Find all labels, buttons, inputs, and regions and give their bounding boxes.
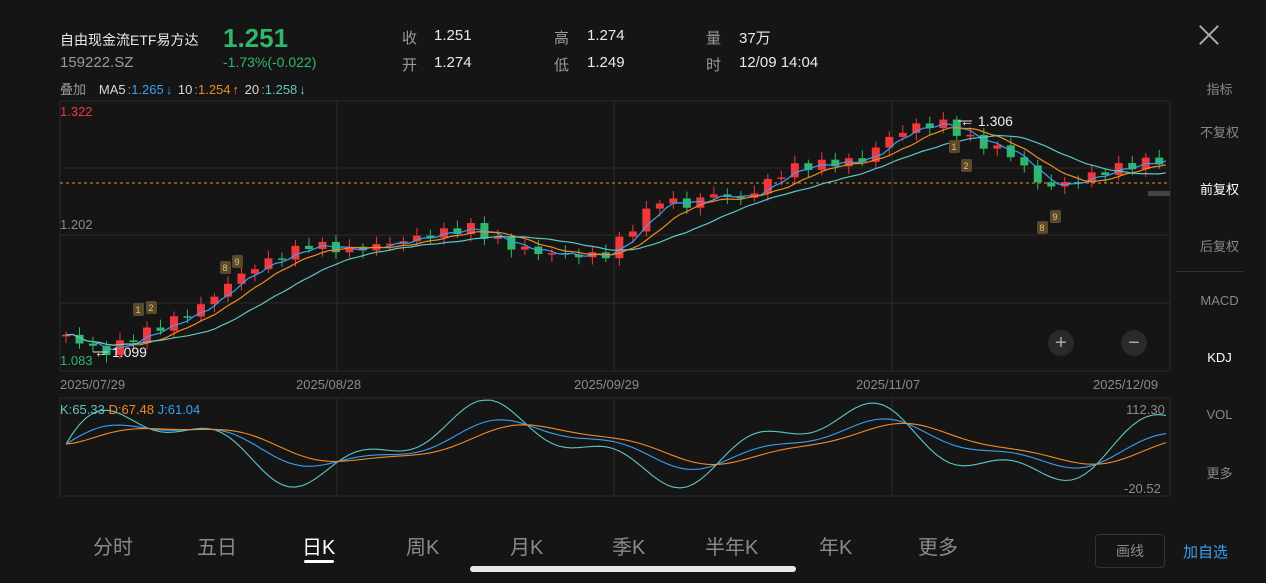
- low-annotation: ← 1.099: [94, 344, 147, 360]
- tab-five-day[interactable]: 五日: [197, 531, 237, 560]
- y-bottom-label: 1.083: [60, 353, 93, 368]
- kline-chart[interactable]: 1 2891289: [0, 0, 1266, 583]
- tab-yearly-k[interactable]: 年K: [819, 531, 852, 560]
- candle-body: [898, 132, 907, 137]
- candle-body: [304, 245, 313, 249]
- tab-more[interactable]: 更多: [918, 531, 958, 560]
- signal-marker-label: 8: [222, 263, 227, 273]
- candle-body: [129, 340, 138, 343]
- candle-body: [250, 269, 259, 274]
- date-label-1: 2025/07/29: [60, 377, 126, 392]
- candle-body: [547, 253, 556, 255]
- candle-body: [277, 258, 286, 260]
- kdj-d-line: [65, 422, 1167, 466]
- kdj-legend: K:65.33 D:67.48 J:61.04: [60, 402, 200, 417]
- kdj-j-line: [65, 399, 1167, 489]
- candle-body: [777, 177, 786, 179]
- candle-body: [142, 327, 151, 343]
- high-annotation: ← 1.306: [960, 113, 1013, 129]
- y-mid-label: 1.202: [60, 217, 93, 232]
- candle-body: [1114, 163, 1123, 175]
- draw-line-button[interactable]: 画线: [1095, 534, 1165, 568]
- tab-quarterly-k[interactable]: 季K: [612, 531, 645, 560]
- candle-body: [1047, 182, 1056, 187]
- signal-marker-label: 9: [1052, 212, 1057, 222]
- candle-body: [763, 178, 772, 194]
- date-label-2: 2025/08/28: [296, 377, 362, 392]
- date-label-4: 2025/11/07: [856, 377, 921, 392]
- tab-weekly-k[interactable]: 周K: [406, 531, 439, 560]
- signal-marker-label: 1: [951, 142, 956, 152]
- signal-marker-label: 1: [135, 305, 140, 315]
- tab-intraday[interactable]: 分时: [93, 531, 133, 560]
- ma10-line: [65, 127, 1167, 346]
- tab-daily-k[interactable]: 日K: [302, 531, 335, 560]
- candle-body: [966, 134, 975, 137]
- signal-marker-label: 2: [148, 303, 153, 313]
- tab-halfyear-k[interactable]: 半年K: [705, 531, 758, 560]
- grid: [59, 100, 1171, 497]
- signal-marker-label: 2: [963, 161, 968, 171]
- candle-body: [709, 194, 718, 198]
- home-indicator: [470, 566, 796, 572]
- price-tag-marker: [1148, 191, 1170, 196]
- signal-marker-label: 8: [1039, 223, 1044, 233]
- candle-body: [169, 316, 178, 331]
- candle-body: [507, 236, 516, 250]
- high-annotation-value: 1.306: [977, 113, 1013, 129]
- kdj-j: J:61.04: [157, 402, 201, 417]
- kdj-k-line: [65, 418, 1167, 471]
- signal-marker-label: 9: [234, 257, 239, 267]
- add-watchlist-button[interactable]: 加自选: [1183, 541, 1228, 562]
- candle-body: [615, 236, 624, 259]
- date-label-3: 2025/09/29: [574, 377, 640, 392]
- candle-body: [291, 245, 300, 260]
- kdj-lines: [65, 399, 1167, 489]
- candle-body: [642, 208, 651, 232]
- signal-markers: 1 2891289: [133, 140, 1061, 316]
- candle-body: [183, 316, 192, 318]
- candle-body: [1101, 172, 1110, 175]
- candles: [62, 111, 1164, 363]
- zoom-in-button[interactable]: +: [1048, 330, 1074, 356]
- candle-body: [993, 145, 1002, 149]
- y-top-label: 1.322: [60, 104, 93, 119]
- date-label-5: 2025/12/09: [1093, 377, 1159, 392]
- candle-body: [196, 304, 205, 317]
- kdj-y-bottom: -20.52: [1124, 481, 1161, 496]
- zoom-out-button[interactable]: −: [1121, 330, 1147, 356]
- candle-body: [655, 203, 664, 209]
- tab-monthly-k[interactable]: 月K: [510, 531, 543, 560]
- kdj-k: K:65.33: [60, 402, 105, 417]
- active-tab-indicator: [304, 560, 334, 563]
- kdj-y-top: 112.30: [1126, 402, 1165, 417]
- candle-body: [628, 231, 637, 237]
- kdj-d: D:67.48: [108, 402, 154, 417]
- candle-body: [156, 327, 165, 331]
- low-annotation-value: 1.099: [111, 344, 147, 360]
